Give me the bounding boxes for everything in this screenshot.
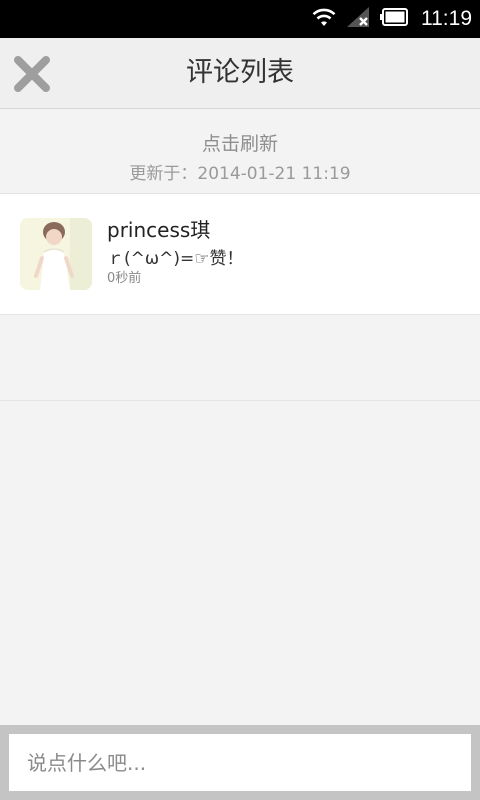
refresh-label[interactable]: 点击刷新	[0, 129, 480, 156]
status-time: 11:19	[421, 7, 472, 30]
list-item[interactable]: princess琪 ｒ(^ω^)=☞赞！ 0秒前	[0, 194, 480, 315]
avatar[interactable]	[20, 218, 92, 290]
battery-icon	[379, 8, 409, 30]
comment-input[interactable]	[9, 734, 471, 791]
comment-username[interactable]: princess琪	[107, 214, 210, 243]
comment-timestamp: 0秒前	[107, 271, 142, 286]
empty-list-row	[0, 315, 480, 401]
last-updated-text: 更新于：2014-01-21 11:19	[129, 164, 351, 184]
header: 评论列表	[0, 38, 480, 109]
refresh-area[interactable]: 点击刷新 更新于：2014-01-21 11:19	[0, 109, 480, 194]
status-icons: 11:19	[311, 0, 472, 38]
comment-input-bar	[0, 725, 480, 800]
wifi-icon	[311, 6, 337, 32]
page-title: 评论列表	[186, 57, 294, 88]
status-bar: 11:19	[0, 0, 480, 38]
signal-no-service-icon	[345, 6, 371, 32]
comment-text: ｒ(^ω^)=☞赞！	[107, 249, 244, 269]
